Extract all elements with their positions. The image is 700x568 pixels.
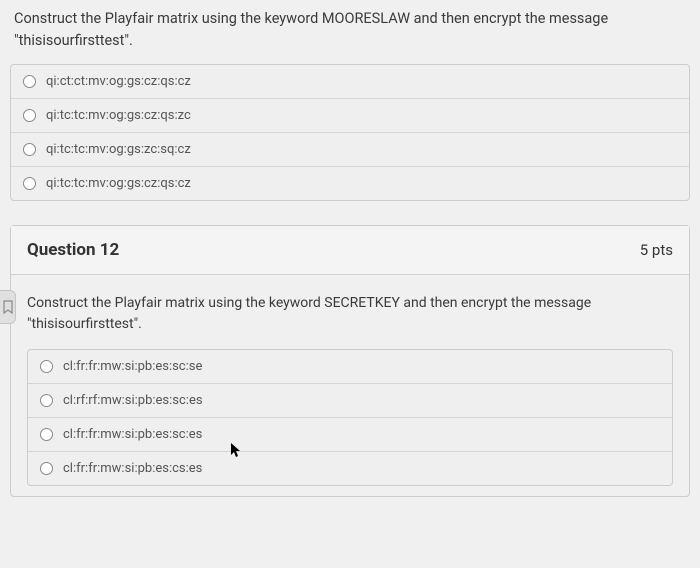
option-row[interactable]: cl:rf:rf:mw:si:pb:es:sc:es bbox=[28, 384, 672, 418]
option-label: qi:tc:tc:mv:og:gs:cz:qs:cz bbox=[46, 176, 191, 191]
option-row[interactable]: qi:tc:tc:mv:og:gs:cz:qs:zc bbox=[11, 99, 689, 133]
question-11-prompt: Construct the Playfair matrix using the … bbox=[10, 8, 690, 64]
radio-icon[interactable] bbox=[40, 462, 53, 475]
option-label: qi:tc:tc:mv:og:gs:zc:sq:cz bbox=[46, 142, 191, 157]
question-body: Construct the Playfair matrix using the … bbox=[11, 275, 689, 496]
option-label: cl:fr:fr:mw:si:pb:es:sc:es bbox=[63, 427, 202, 442]
question-header: Question 12 5 pts bbox=[11, 226, 689, 275]
radio-icon[interactable] bbox=[40, 394, 53, 407]
bookmark-tab[interactable] bbox=[0, 290, 16, 324]
option-row[interactable]: cl:fr:fr:mw:si:pb:es:cs:es bbox=[28, 452, 672, 485]
option-label: qi:tc:tc:mv:og:gs:cz:qs:zc bbox=[46, 108, 191, 123]
radio-icon[interactable] bbox=[23, 75, 36, 88]
radio-icon[interactable] bbox=[40, 428, 53, 441]
option-label: cl:fr:fr:mw:si:pb:es:cs:es bbox=[63, 461, 202, 476]
question-12-options: cl:fr:fr:mw:si:pb:es:sc:se cl:rf:rf:mw:s… bbox=[27, 349, 673, 486]
question-points: 5 pts bbox=[640, 241, 673, 259]
question-12-card: Question 12 5 pts Construct the Playfair… bbox=[10, 225, 690, 497]
radio-icon[interactable] bbox=[23, 109, 36, 122]
radio-icon[interactable] bbox=[40, 360, 53, 373]
radio-icon[interactable] bbox=[23, 143, 36, 156]
option-label: cl:fr:fr:mw:si:pb:es:sc:se bbox=[63, 359, 202, 374]
option-row[interactable]: qi:ct:ct:mv:og:gs:cz:qs:cz bbox=[11, 65, 689, 99]
option-row[interactable]: cl:fr:fr:mw:si:pb:es:sc:se bbox=[28, 350, 672, 384]
question-title: Question 12 bbox=[27, 240, 119, 260]
quiz-page: Construct the Playfair matrix using the … bbox=[0, 0, 700, 568]
option-label: qi:ct:ct:mv:og:gs:cz:qs:cz bbox=[46, 74, 191, 89]
question-12-prompt: Construct the Playfair matrix using the … bbox=[27, 293, 673, 349]
option-row[interactable]: qi:tc:tc:mv:og:gs:zc:sq:cz bbox=[11, 133, 689, 167]
bookmark-icon bbox=[3, 300, 13, 314]
option-label: cl:rf:rf:mw:si:pb:es:sc:es bbox=[63, 393, 203, 408]
radio-icon[interactable] bbox=[23, 177, 36, 190]
option-row[interactable]: qi:tc:tc:mv:og:gs:cz:qs:cz bbox=[11, 167, 689, 200]
option-row[interactable]: cl:fr:fr:mw:si:pb:es:sc:es bbox=[28, 418, 672, 452]
question-11-options: qi:ct:ct:mv:og:gs:cz:qs:cz qi:tc:tc:mv:o… bbox=[10, 64, 690, 201]
